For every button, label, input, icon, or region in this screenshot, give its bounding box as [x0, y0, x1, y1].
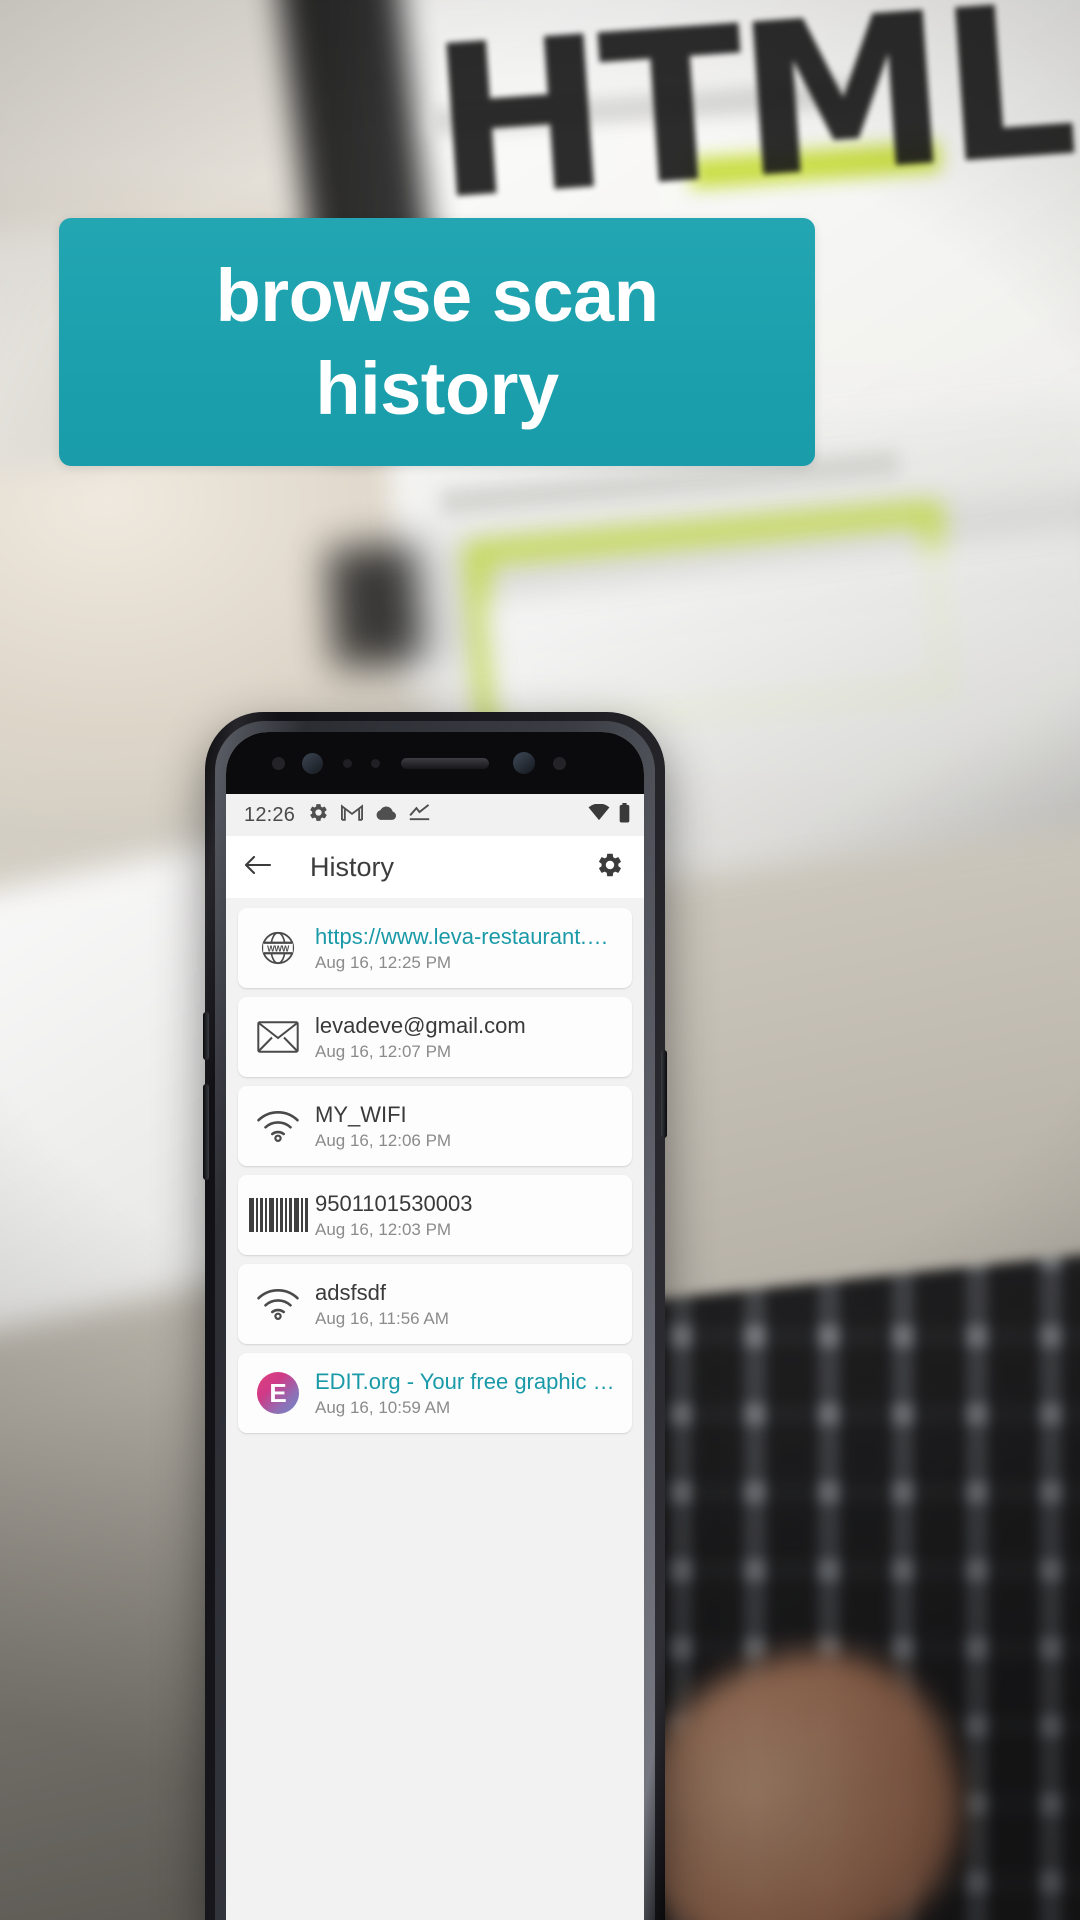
- envelope-icon: [254, 1013, 302, 1061]
- list-item-timestamp: Aug 16, 10:59 AM: [315, 1398, 451, 1418]
- settings-gear-icon[interactable]: [596, 851, 624, 884]
- phone-mockup: 12:26 History WWW https://www.leva-resta…: [203, 712, 667, 1920]
- list-item-timestamp: Aug 16, 12:07 PM: [315, 1042, 452, 1062]
- status-bar-system-icons: [588, 802, 630, 828]
- list-item-timestamp: Aug 16, 12:03 PM: [315, 1220, 452, 1240]
- screenshot-stage: HTML browse scan history: [0, 0, 1080, 1920]
- status-bar: 12:26: [226, 794, 644, 836]
- status-bar-notification-icons: [308, 802, 430, 828]
- list-item[interactable]: 9501101530003 Aug 16, 12:03 PM: [238, 1175, 632, 1255]
- list-item-text: levadeve@gmail.com Aug 16, 12:07 PM: [315, 1012, 616, 1063]
- list-item-text: https://www.leva-restaurant.com Aug 16, …: [315, 923, 616, 974]
- wifi-icon: [588, 803, 610, 826]
- wifi-icon: [254, 1102, 302, 1150]
- headline-text: browse scan history: [215, 253, 659, 430]
- gmail-icon: [341, 804, 364, 826]
- list-item[interactable]: levadeve@gmail.com Aug 16, 12:07 PM: [238, 997, 632, 1077]
- front-camera: [302, 752, 323, 774]
- wifi-icon: [254, 1280, 302, 1328]
- avatar-letter: E: [257, 1372, 299, 1414]
- cloud-icon: [375, 805, 397, 825]
- list-item-timestamp: Aug 16, 12:25 PM: [315, 953, 452, 973]
- list-item[interactable]: adsfsdf Aug 16, 11:56 AM: [238, 1264, 632, 1344]
- phone-power-button[interactable]: [661, 1050, 667, 1138]
- list-item-title: 9501101530003: [315, 1190, 473, 1216]
- phone-volume-up-button[interactable]: [203, 1012, 209, 1060]
- trending-check-icon: [409, 804, 430, 826]
- list-item-timestamp: Aug 16, 12:06 PM: [315, 1131, 452, 1151]
- earpiece-speaker: [401, 757, 489, 769]
- list-item-title: adsfsdf: [315, 1279, 386, 1305]
- barcode-icon: [248, 1191, 308, 1239]
- phone-top-bezel: [226, 732, 644, 794]
- list-item-title: EDIT.org - Your free graphic design onli…: [315, 1368, 616, 1394]
- list-item[interactable]: MY_WIFI Aug 16, 12:06 PM: [238, 1086, 632, 1166]
- globe-www-icon: WWW: [254, 924, 302, 972]
- sensor-dot: [343, 758, 352, 768]
- app-bar: History: [226, 836, 644, 898]
- battery-icon: [619, 802, 630, 828]
- list-item-text: 9501101530003 Aug 16, 12:03 PM: [315, 1190, 616, 1241]
- list-item-text: EDIT.org - Your free graphic design onli…: [315, 1368, 616, 1419]
- phone-screen: 12:26 History WWW https://www.leva-resta…: [226, 732, 644, 1920]
- back-button[interactable]: [244, 853, 272, 882]
- headline-banner: browse scan history: [59, 218, 815, 466]
- sensor-dot: [272, 756, 285, 770]
- svg-text:WWW: WWW: [267, 944, 289, 953]
- list-item-title: MY_WIFI: [315, 1101, 407, 1127]
- phone-volume-down-button[interactable]: [203, 1084, 209, 1180]
- list-item-title: levadeve@gmail.com: [315, 1012, 526, 1038]
- edit-org-avatar: E: [254, 1369, 302, 1417]
- list-item-text: MY_WIFI Aug 16, 12:06 PM: [315, 1101, 616, 1152]
- sensor-dot: [553, 756, 566, 770]
- page-title: History: [310, 851, 395, 882]
- sensor-dot: [371, 758, 380, 768]
- history-list: WWW https://www.leva-restaurant.com Aug …: [226, 898, 644, 1433]
- list-item-title: https://www.leva-restaurant.com: [315, 923, 616, 949]
- list-item[interactable]: E EDIT.org - Your free graphic design on…: [238, 1353, 632, 1433]
- list-item-text: adsfsdf Aug 16, 11:56 AM: [315, 1279, 616, 1330]
- gear-icon: [308, 802, 329, 828]
- list-item[interactable]: WWW https://www.leva-restaurant.com Aug …: [238, 908, 632, 988]
- front-camera-secondary: [513, 752, 535, 774]
- status-bar-clock: 12:26: [244, 803, 296, 826]
- app-viewport: 12:26 History WWW https://www.leva-resta…: [226, 794, 644, 1920]
- list-item-timestamp: Aug 16, 11:56 AM: [315, 1309, 449, 1329]
- barcode-bars: [248, 1198, 308, 1232]
